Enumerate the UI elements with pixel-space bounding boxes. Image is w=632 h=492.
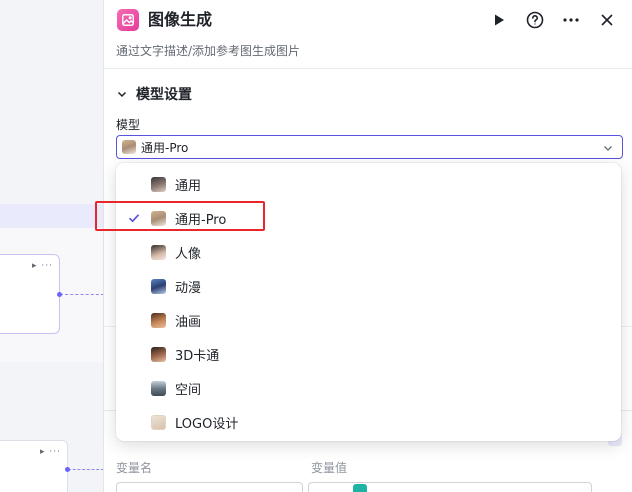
avatar-anime-icon xyxy=(151,278,166,294)
run-button[interactable] xyxy=(488,9,510,31)
workflow-canvas[interactable]: ▸ ··· ▸ ··· xyxy=(0,0,104,492)
node-toolbar[interactable]: ▸ ··· xyxy=(40,447,61,457)
model-option-portrait[interactable]: 人像 xyxy=(116,235,621,269)
chevron-down-icon xyxy=(604,146,612,151)
model-label: 模型 xyxy=(116,118,141,132)
var-name-input[interactable] xyxy=(116,482,303,492)
node-connection xyxy=(60,294,104,295)
option-label: 通用-Pro xyxy=(175,212,227,228)
check-icon xyxy=(128,214,140,223)
node-connection xyxy=(68,469,104,470)
model-option-general-pro[interactable]: 通用-Pro xyxy=(116,201,621,235)
option-label: 人像 xyxy=(175,246,202,262)
avatar-portrait-icon xyxy=(151,244,166,260)
image-generation-icon xyxy=(117,9,139,31)
avatar-general-icon xyxy=(151,176,166,192)
section-title: 模型设置 xyxy=(136,87,192,103)
connection-port[interactable] xyxy=(65,467,70,472)
avatar-3d-icon xyxy=(151,346,166,362)
var-value-column-label: 变量值 xyxy=(311,461,348,475)
help-icon xyxy=(526,11,544,29)
model-option-space[interactable]: 空间 xyxy=(116,371,621,405)
avatar-oil-icon xyxy=(151,312,166,328)
model-option-oil-painting[interactable]: 油画 xyxy=(116,303,621,337)
model-option-logo-design[interactable]: LOGO设计 xyxy=(116,405,621,439)
canvas-band xyxy=(0,204,104,228)
option-label: 油画 xyxy=(175,314,202,330)
avatar-pro-icon xyxy=(122,140,136,154)
option-label: 3D卡通 xyxy=(175,348,220,364)
reference-badge-icon xyxy=(353,484,367,492)
panel-subtitle: 通过文字描述/添加参考图生成图片 xyxy=(116,44,301,58)
model-select[interactable]: 通用-Pro xyxy=(116,135,623,159)
close-button[interactable] xyxy=(596,9,618,31)
avatar-space-icon xyxy=(151,380,166,396)
play-icon xyxy=(495,14,504,26)
option-label: LOGO设计 xyxy=(175,416,239,432)
var-value-input[interactable] xyxy=(308,482,592,492)
model-option-general[interactable]: 通用 xyxy=(116,167,621,201)
model-option-anime[interactable]: 动漫 xyxy=(116,269,621,303)
panel-title: 图像生成 xyxy=(148,10,213,29)
avatar-pro-icon xyxy=(151,210,166,226)
header-actions xyxy=(488,9,618,31)
more-button[interactable] xyxy=(560,9,582,31)
model-settings-section-toggle[interactable]: 模型设置 xyxy=(116,84,192,104)
node-toolbar[interactable]: ▸ ··· xyxy=(32,261,53,271)
model-select-value: 通用-Pro xyxy=(141,140,189,155)
chevron-down-icon xyxy=(117,91,127,98)
var-name-column-label: 变量名 xyxy=(116,461,153,475)
option-label: 通用 xyxy=(175,178,202,194)
close-icon xyxy=(601,14,613,26)
model-option-3d-cartoon[interactable]: 3D卡通 xyxy=(116,337,621,371)
more-icon xyxy=(563,18,579,22)
option-label: 空间 xyxy=(175,382,202,398)
avatar-logo-icon xyxy=(151,414,166,430)
help-button[interactable] xyxy=(524,9,546,31)
workflow-node[interactable]: ▸ ··· xyxy=(0,440,68,492)
workflow-node[interactable]: ▸ ··· xyxy=(0,254,60,334)
model-dropdown: 通用 通用-Pro 人像 动漫 油画 3D卡通 空间 LOGO设计 xyxy=(116,163,621,441)
connection-port[interactable] xyxy=(57,292,62,297)
header-divider xyxy=(104,68,632,69)
option-label: 动漫 xyxy=(175,280,202,296)
